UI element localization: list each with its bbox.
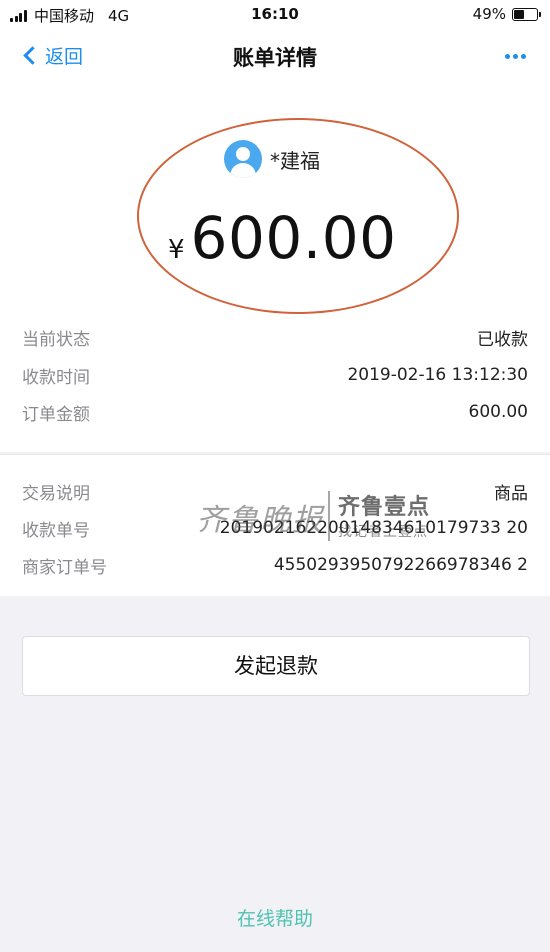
detail-label: 订单金额 (22, 404, 90, 425)
navigation-bar: 返回 账单详情 (0, 30, 550, 82)
amount-card: *建福 ¥ 600.00 (0, 82, 550, 320)
more-dots-icon[interactable] (502, 54, 526, 59)
detail-label: 商家订单号 (22, 557, 107, 578)
online-help-link[interactable]: 在线帮助 (0, 904, 550, 931)
detail-row-merchant-order: 商家订单号 4550293950792266978346 2 (22, 551, 528, 579)
detail-value: 已收款 (477, 329, 528, 350)
clock: 16:10 (251, 5, 299, 23)
battery-level (514, 9, 525, 19)
detail-row-order-amount: 订单金额 600.00 (22, 398, 528, 426)
status-right: 49% (472, 5, 541, 23)
amount-value: 600.00 (190, 204, 397, 272)
amount-display: ¥ 600.00 (168, 204, 397, 272)
detail-label: 交易说明 (22, 483, 90, 504)
primary-details: 当前状态 已收款 收款时间 2019-02-16 13:12:30 订单金额 6… (0, 320, 550, 452)
battery-percent: 49% (472, 5, 506, 23)
detail-value: 600.00 (468, 402, 528, 422)
detail-value: 商品 (494, 483, 528, 504)
status-bar: 中国移动 4G 16:10 49% (0, 0, 550, 30)
detail-row-time: 收款时间 2019-02-16 13:12:30 (22, 361, 528, 389)
payee-name: *建福 (270, 148, 320, 173)
detail-value: 4550293950792266978346 2 (273, 555, 528, 575)
detail-value: 20190216220014834610179733 20 (219, 518, 528, 538)
detail-row-status: 当前状态 已收款 (22, 323, 528, 351)
detail-row-description: 交易说明 商品 (22, 477, 528, 505)
user-avatar-icon (224, 140, 262, 178)
detail-label: 收款时间 (22, 367, 90, 388)
refund-button[interactable]: 发起退款 (22, 636, 530, 696)
currency-symbol: ¥ (168, 235, 185, 265)
payee: *建福 (224, 140, 320, 178)
secondary-details: 交易说明 商品 收款单号 20190216220014834610179733 … (0, 454, 550, 596)
detail-value: 2019-02-16 13:12:30 (347, 365, 528, 385)
bill-detail-page: 中国移动 4G 16:10 49% 返回 账单详情 *建福 ¥ 600.00 当… (0, 0, 550, 952)
detail-label: 当前状态 (22, 329, 90, 350)
detail-label: 收款单号 (22, 520, 90, 541)
detail-row-receipt-number: 收款单号 20190216220014834610179733 20 (22, 514, 528, 542)
page-title: 账单详情 (233, 46, 317, 70)
battery-icon (512, 7, 541, 21)
